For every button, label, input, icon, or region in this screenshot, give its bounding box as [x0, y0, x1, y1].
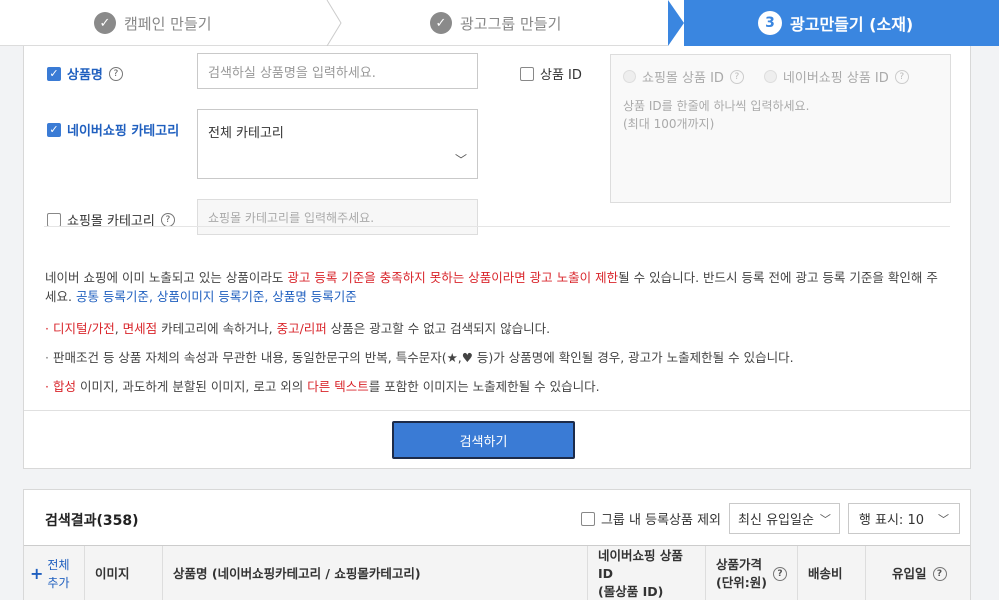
- col-image: 이미지: [85, 546, 163, 600]
- help-icon[interactable]: ?: [729, 69, 744, 84]
- product-id-checkbox[interactable]: [520, 66, 534, 81]
- notice-text: 네이버 쇼핑에 이미 노출되고 있는 상품이라도: [45, 270, 288, 285]
- notice-highlight: 면세점: [122, 321, 158, 336]
- notice-bullet-3: · 합성 이미지, 과도하게 분할된 이미지, 로고 외의 다른 텍스트를 포함한…: [45, 379, 600, 394]
- notice-text: 상품은 광고할 수 없고 검색되지 않습니다.: [326, 321, 551, 336]
- naver-category-filter[interactable]: ✓ 네이버쇼핑 카테고리: [47, 120, 179, 139]
- check-icon: ✓: [94, 12, 116, 34]
- step-campaign[interactable]: ✓ 캠페인 만들기: [94, 0, 212, 46]
- help-icon[interactable]: ?: [108, 66, 123, 81]
- chevron-down-icon: ﹀: [454, 153, 467, 167]
- exclude-registered-checkbox[interactable]: [580, 511, 595, 526]
- image-criteria-link[interactable]: 상품이미지 등록기준: [157, 289, 264, 304]
- notice-highlight: 다른 텍스트: [307, 379, 369, 394]
- col-product-name: 상품명 (네이버쇼핑카테고리 / 쇼핑몰카테고리): [163, 546, 588, 600]
- step-ad[interactable]: 3 광고만들기 (소재): [758, 0, 913, 46]
- step-adgroup-label: 광고그룹 만들기: [460, 14, 562, 33]
- help-icon[interactable]: ?: [160, 212, 175, 227]
- product-name-input[interactable]: 검색하실 상품명을 입력하세요.: [197, 53, 478, 89]
- mall-product-id-radio[interactable]: [623, 70, 636, 83]
- rows-per-page-select[interactable]: 행 표시: 10 ﹀: [847, 503, 960, 534]
- col-shipping: 배송비: [798, 546, 866, 600]
- registration-notice: 네이버 쇼핑에 이미 노출되고 있는 상품이라도 광고 등록 기준을 충족하지 …: [45, 268, 945, 306]
- naver-category-checkbox[interactable]: ✓: [47, 122, 61, 137]
- search-button[interactable]: 검색하기: [392, 421, 575, 459]
- step-campaign-label: 캠페인 만들기: [124, 14, 212, 33]
- col-price-line2: (단위:원): [716, 574, 767, 590]
- link-separator: ,: [148, 289, 157, 304]
- results-title: 검색결과(358): [45, 513, 139, 529]
- notice-highlight: 디지털/가전: [52, 321, 115, 336]
- notice-bullet-2: · 판매조건 등 상품 자체의 속성과 무관한 내용, 동일한문구의 반복, 특수…: [45, 350, 794, 365]
- add-all-button[interactable]: + 전체 추가: [24, 546, 85, 600]
- mall-category-checkbox[interactable]: [47, 212, 61, 227]
- divider: [44, 226, 950, 227]
- chevron-down-icon: ﹀: [938, 512, 949, 526]
- col-price-line1: 상품가격: [716, 556, 763, 572]
- naver-category-select[interactable]: 전체 카테고리 ﹀: [197, 109, 478, 179]
- divider: [24, 410, 970, 411]
- chevron-right-icon: [326, 0, 342, 46]
- naver-product-id-radio[interactable]: [763, 70, 777, 83]
- product-id-filter[interactable]: 상품 ID: [520, 64, 582, 83]
- results-table-header: + 전체 추가 이미지 상품명 (네이버쇼핑카테고리 / 쇼핑몰카테고리) 네이…: [24, 545, 970, 600]
- search-results: 검색결과(358) 그룹 내 등록상품 제외 최신 유입일순 ﹀ 행 표시: 1…: [23, 489, 971, 600]
- col-naver-product-id-line1: 네이버쇼핑 상품 ID: [598, 547, 683, 581]
- notice-highlight: 합성: [52, 379, 76, 394]
- sort-value: 최신 유입일순: [738, 513, 814, 528]
- col-inflow-date-label: 유입일: [892, 565, 927, 581]
- col-naver-product-id: 네이버쇼핑 상품 ID (몰상품 ID): [588, 546, 706, 600]
- naver-category-label: 네이버쇼핑 카테고리: [67, 124, 180, 139]
- naver-product-id-label: 네이버쇼핑 상품 ID: [782, 71, 889, 86]
- id-type-radios: 쇼핑몰 상품 ID ? 네이버쇼핑 상품 ID ?: [623, 67, 909, 86]
- notice-text: 를 포함한 이미지는 노출제한될 수 있습니다.: [368, 379, 600, 394]
- product-id-placeholder-line2: (최대 100개까지): [623, 117, 715, 131]
- col-inflow-date: 유입일 ?: [866, 546, 970, 600]
- check-icon: ✓: [430, 12, 452, 34]
- naver-category-value: 전체 카테고리: [208, 126, 284, 141]
- product-id-textarea[interactable]: 쇼핑몰 상품 ID ? 네이버쇼핑 상품 ID ? 상품 ID를 한줄에 하나씩…: [610, 54, 951, 203]
- col-price: 상품가격 (단위:원) ?: [706, 546, 798, 600]
- product-name-label: 상품명: [67, 68, 103, 83]
- product-id-placeholder-line1: 상품 ID를 한줄에 하나씩 입력하세요.: [623, 99, 810, 113]
- stepper: ✓ 캠페인 만들기 ✓ 광고그룹 만들기 3 광고만들기 (소재): [0, 0, 999, 46]
- chevron-down-icon: ﹀: [819, 512, 831, 526]
- notice-text: 카테고리에 속하거나,: [157, 321, 277, 336]
- product-id-placeholder: 상품 ID를 한줄에 하나씩 입력하세요. (최대 100개까지): [623, 97, 809, 133]
- step-adgroup[interactable]: ✓ 광고그룹 만들기: [430, 0, 561, 46]
- notice-text: 판매조건 등 상품 자체의 속성과 무관한 내용, 동일한문구의 반복, 특수문…: [52, 350, 794, 365]
- name-criteria-link[interactable]: 상품명 등록기준: [272, 289, 356, 304]
- results-toolbar: 그룹 내 등록상품 제외 최신 유입일순 ﹀ 행 표시: 10 ﹀: [580, 503, 960, 534]
- col-naver-product-id-line2: (몰상품 ID): [598, 583, 664, 599]
- notice-text: 이미지, 과도하게 분할된 이미지, 로고 외의: [76, 379, 308, 394]
- mall-product-id-label: 쇼핑몰 상품 ID: [642, 71, 724, 86]
- notice-bullet-1: · 디지털/가전, 면세점 카테고리에 속하거나, 중고/리퍼 상품은 광고할 수…: [45, 321, 551, 336]
- sort-select[interactable]: 최신 유입일순 ﹀: [729, 503, 840, 534]
- help-icon[interactable]: ?: [894, 69, 909, 84]
- search-filter-panel: ✓ 상품명 ? 검색하실 상품명을 입력하세요. ✓ 네이버쇼핑 카테고리 전체…: [23, 46, 971, 469]
- notice-text: ,: [114, 321, 123, 336]
- common-criteria-link[interactable]: 공통 등록기준: [76, 289, 149, 304]
- rows-per-page-value: 행 표시: 10: [858, 513, 924, 528]
- step-ad-label: 광고만들기 (소재): [790, 15, 914, 34]
- add-all-label: 전체: [47, 557, 70, 572]
- add-all-label: 추가: [47, 575, 70, 590]
- product-name-filter[interactable]: ✓ 상품명 ?: [47, 64, 123, 83]
- product-id-label: 상품 ID: [540, 68, 582, 83]
- notice-highlight: 중고/리퍼: [276, 321, 327, 336]
- help-icon[interactable]: ?: [932, 566, 947, 581]
- help-icon[interactable]: ?: [772, 566, 787, 581]
- step-number: 3: [758, 11, 782, 35]
- product-name-checkbox[interactable]: ✓: [47, 66, 61, 81]
- plus-icon: +: [30, 563, 44, 583]
- exclude-registered-label: 그룹 내 등록상품 제외: [600, 513, 722, 528]
- mall-category-input[interactable]: 쇼핑몰 카테고리를 입력해주세요.: [197, 199, 478, 235]
- notice-warning: 광고 등록 기준을 충족하지 못하는 상품이라면 광고 노출이 제한: [287, 270, 619, 285]
